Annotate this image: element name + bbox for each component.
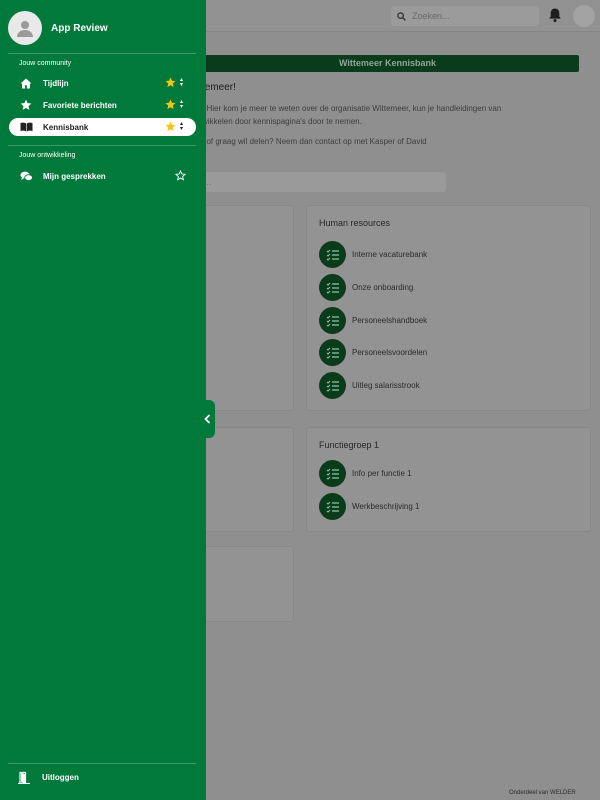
item-label: Info per functie 1: [352, 469, 412, 478]
nav-item-kennisbank[interactable]: Kennisbank ▴ ▾: [9, 118, 196, 136]
nav-item-tijdlijn[interactable]: Tijdlijn ▴ ▾: [9, 74, 196, 92]
list-item[interactable]: Personeelsvoordelen: [319, 339, 427, 366]
star-icon: [20, 99, 32, 110]
collapse-drawer-button[interactable]: [199, 400, 215, 438]
card-left-1: [196, 205, 294, 411]
nav-item-mijn-gesprekken[interactable]: Mijn gesprekken: [9, 167, 196, 185]
intro-line-1: . Hier kom je meer te weten over de orga…: [202, 104, 502, 113]
list-item[interactable]: Personeelshandboek: [319, 307, 427, 334]
bell-icon[interactable]: [547, 7, 563, 23]
divider: [8, 53, 196, 54]
nav-item-label: Kennisbank: [43, 122, 89, 132]
username: App Review: [51, 22, 108, 34]
kennisbank-banner: Wittemeer Kennisbank: [196, 55, 579, 72]
chat-icon: [19, 171, 33, 181]
section-heading-development: Jouw ontwikkeling: [19, 152, 76, 159]
item-label: Werkbeschrijving 1: [352, 502, 420, 511]
card-left-3: [196, 546, 294, 622]
book-icon: [20, 122, 32, 132]
nav-item-label: Favoriete berichten: [43, 100, 117, 110]
list-item[interactable]: Onze onboarding: [319, 274, 413, 301]
nav-item-label: Tijdlijn: [43, 78, 69, 88]
item-label: Uitleg salarisstrook: [352, 381, 420, 390]
checklist-icon: [319, 493, 346, 520]
search-icon: [397, 11, 406, 21]
user-avatar: [8, 11, 42, 45]
checklist-icon: [319, 339, 346, 366]
item-label: Personeelshandboek: [352, 316, 428, 325]
card-left-2: [196, 427, 294, 532]
list-item[interactable]: Interne vacaturebank: [319, 241, 427, 268]
logout-button[interactable]: Uitloggen: [17, 771, 79, 784]
welcome-heading: temeer!: [202, 82, 236, 93]
favorite-star-icon[interactable]: [165, 121, 176, 132]
user-icon: [17, 21, 33, 37]
checklist-icon: [319, 274, 346, 301]
item-label: Personeelsvoordelen: [352, 348, 428, 357]
logout-icon: [18, 771, 30, 784]
footer-note: Onderdeel van WELDER: [509, 790, 576, 796]
list-item[interactable]: Info per functie 1: [319, 460, 412, 487]
search-placeholder: Zoeken...: [412, 11, 450, 21]
card-title: Functiegroep 1: [319, 440, 380, 450]
reorder-icon[interactable]: ▴ ▾: [180, 99, 183, 110]
side-drawer: App Review Jouw community Tijdlijn ▴ ▾ Fa…: [0, 0, 206, 800]
logout-label: Uitloggen: [42, 773, 79, 782]
item-label: Onze onboarding: [352, 283, 414, 292]
reorder-icon[interactable]: ▴ ▾: [180, 77, 183, 88]
item-label: Interne vacaturebank: [352, 250, 428, 259]
chevron-left-icon: [203, 414, 210, 424]
divider: [8, 145, 196, 146]
list-item[interactable]: Uitleg salarisstrook: [319, 372, 420, 399]
intro-text: . Hier kom je meer te weten over de orga…: [202, 102, 582, 128]
reorder-icon[interactable]: ▴ ▾: [180, 121, 183, 132]
kennisbank-search-input[interactable]: ...: [196, 172, 446, 192]
nav-item-label: Mijn gesprekken: [43, 171, 106, 181]
checklist-icon: [319, 460, 346, 487]
divider: [8, 763, 196, 764]
profile-avatar[interactable]: [573, 5, 595, 27]
favorite-star-icon[interactable]: [165, 99, 176, 110]
card-title: Human resources: [319, 218, 391, 228]
list-item[interactable]: Werkbeschrijving 1: [319, 493, 419, 520]
intro-section: temeer! . Hier kom je meer te weten over…: [196, 78, 592, 162]
card-functiegroep: Functiegroep 1 Info per functie 1 Werkbe…: [306, 427, 591, 532]
contact-text: t of graag wil delen? Neem dan contact o…: [202, 137, 427, 146]
user-profile[interactable]: App Review: [8, 11, 108, 45]
favorite-star-outline-icon[interactable]: [175, 170, 186, 181]
intro-line-2: wikkelen door kennispagina's door te nem…: [202, 117, 362, 126]
card-human-resources: Human resources Interne vacaturebank Onz…: [306, 205, 591, 411]
section-heading-community: Jouw community: [19, 60, 72, 67]
nav-item-favoriete-berichten[interactable]: Favoriete berichten ▴ ▾: [9, 96, 196, 114]
search-box[interactable]: Zoeken...: [391, 6, 539, 26]
checklist-icon: [319, 241, 346, 268]
home-icon: [20, 78, 32, 88]
favorite-star-icon[interactable]: [165, 77, 176, 88]
checklist-icon: [319, 372, 346, 399]
checklist-icon: [319, 307, 346, 334]
